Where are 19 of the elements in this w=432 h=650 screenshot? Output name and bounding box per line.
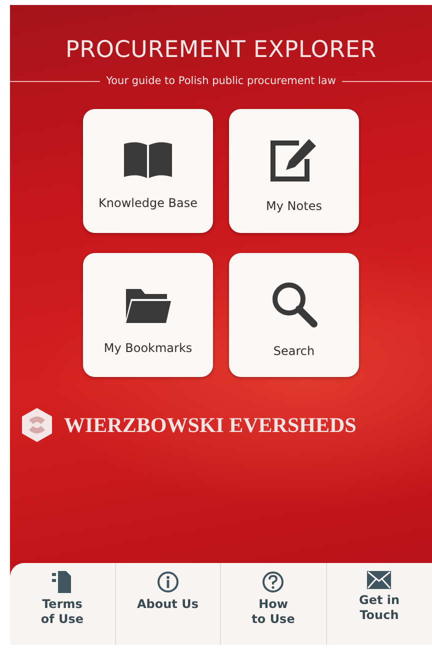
book-icon (122, 140, 174, 180)
app-title: PROCUREMENT EXPLORER (64, 36, 378, 65)
info-icon (156, 571, 179, 593)
search-button[interactable]: Search (229, 253, 359, 378)
brand-name: WIERZBOWSKI EVERSHEDS (64, 412, 356, 438)
logo-icon (20, 407, 54, 444)
search-icon (270, 280, 318, 328)
notes-button[interactable]: My Notes (229, 109, 359, 234)
pencil-note-icon (269, 137, 319, 184)
help-icon (262, 571, 284, 593)
terms-tab[interactable]: Terms of Use (10, 563, 116, 645)
bookmarks-button[interactable]: My Bookmarks (83, 253, 213, 378)
document-icon (52, 571, 72, 593)
about-tab[interactable]: About Us (116, 563, 221, 645)
contact-tab[interactable]: Get in Touch (326, 563, 432, 645)
envelope-icon (367, 571, 392, 589)
knowledge-base-button[interactable]: Knowledge Base (83, 109, 213, 234)
app-subtitle: Your guide to Polish public procurement law (106, 74, 336, 88)
how-to-use-tab[interactable]: How to Use (221, 563, 326, 645)
